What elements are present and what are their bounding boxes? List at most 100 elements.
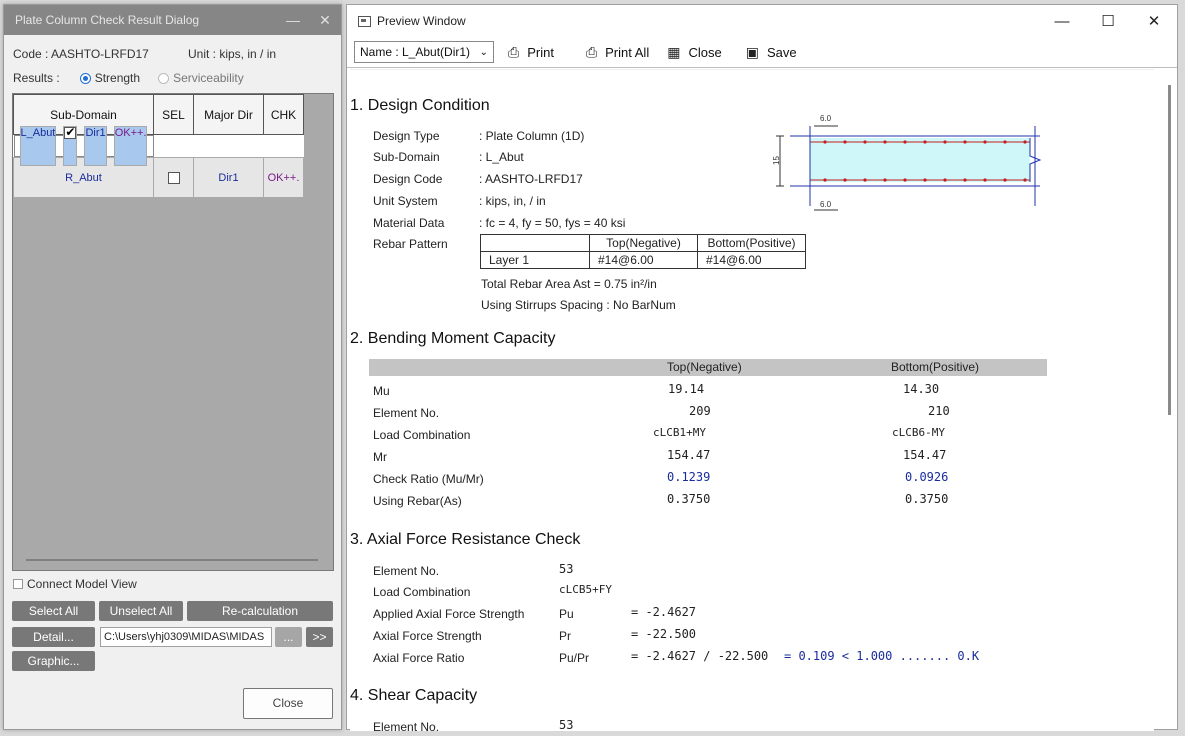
bm-row-top: 0.1239	[667, 470, 711, 484]
bm-row-label: Element No.	[373, 406, 440, 420]
unit-label: Unit : kips, in / in	[188, 47, 277, 61]
col-chk[interactable]: CHK	[263, 94, 304, 135]
save-button[interactable]: ▣ Save	[746, 44, 797, 61]
graphic-button[interactable]: Graphic...	[12, 651, 95, 671]
connect-model-view[interactable]: Connect Model View	[13, 577, 137, 591]
results-label: Results :	[13, 71, 60, 85]
rebar-table: Top(Negative) Bottom(Positive) Layer 1 #…	[480, 234, 806, 269]
sketch-spacing-top: 6.0	[820, 114, 832, 123]
row-sel-checkbox[interactable]	[64, 125, 77, 140]
rebar-head-bot: Bottom(Positive)	[697, 234, 806, 252]
bm-row-top: 0.3750	[667, 492, 711, 506]
rebar-pattern-label: Rebar Pattern	[373, 237, 448, 251]
close-label: Close	[688, 44, 722, 60]
design-code-value: : AASHTO-LRFD17	[479, 172, 583, 186]
connect-model-view-label: Connect Model View	[27, 577, 137, 591]
ax-pu-value: = -2.4627	[631, 605, 697, 619]
bm-row-bot: 154.47	[903, 448, 947, 462]
close-button[interactable]: ▦ Close	[667, 44, 721, 61]
result-grid: Sub-Domain SEL Major Dir CHK L_Abut Dir1…	[12, 93, 334, 571]
printer-icon: ⎙	[508, 43, 520, 60]
close-icon[interactable]: ✕	[309, 12, 341, 29]
table-row[interactable]: L_Abut Dir1 OK++.	[13, 125, 154, 166]
bm-row-top: cLCB1+MY	[653, 426, 706, 439]
row-dir[interactable]: Dir1	[84, 126, 107, 166]
window-icon	[358, 15, 371, 27]
detail-button[interactable]: Detail...	[12, 627, 95, 647]
rebar-layer: Layer 1	[480, 251, 590, 269]
ax-pu-symbol: Pu	[559, 607, 574, 621]
horizontal-scrollbar[interactable]	[26, 559, 318, 561]
connect-model-view-checkbox[interactable]	[13, 579, 23, 589]
row-sel-checkbox[interactable]	[167, 171, 180, 184]
row-chk[interactable]: OK++.	[263, 157, 304, 198]
bm-head-bot: Bottom(Positive)	[891, 360, 980, 374]
maximize-icon[interactable]: ☐	[1085, 12, 1131, 30]
next-button[interactable]: >>	[306, 627, 333, 647]
strength-radio[interactable]	[79, 72, 91, 84]
table-row[interactable]: R_Abut Dir1 OK++.	[13, 157, 304, 198]
col-major-dir[interactable]: Major Dir	[193, 94, 264, 135]
ax-elem-label: Element No.	[373, 564, 440, 578]
vertical-scrollbar[interactable]	[1168, 85, 1171, 415]
print-button[interactable]: ⎙ Print	[508, 44, 554, 61]
ax-pr-symbol: Pr	[559, 629, 571, 643]
row-subdomain[interactable]: L_Abut	[19, 126, 57, 166]
bm-row-label: Check Ratio (Mu/Mr)	[373, 472, 484, 486]
preview-window: Preview Window — ☐ ✕ Name : L_Abut(Dir1)…	[346, 4, 1178, 731]
bm-row-bot: 210	[928, 404, 950, 418]
sketch-spacing-bot: 6.0	[820, 200, 832, 209]
strength-label[interactable]: Strength	[95, 71, 140, 85]
bm-row-label: Mr	[373, 450, 387, 464]
rebar-top: #14@6.00	[589, 251, 698, 269]
serviceability-radio[interactable]	[158, 72, 170, 84]
print-all-button[interactable]: ⎙ Print All	[586, 44, 649, 61]
design-type-label: Design Type	[373, 129, 440, 143]
dialog-close-button[interactable]: Close	[243, 688, 333, 719]
output-path-field[interactable]: C:\Users\yhj0309\MIDAS\MIDAS	[100, 627, 272, 647]
close-icon[interactable]: ✕	[1131, 12, 1177, 30]
bm-row-label: Using Rebar(As)	[373, 494, 462, 508]
bm-row-top: 154.47	[667, 448, 711, 462]
stirrups-spacing: Using Stirrups Spacing : No BarNum	[481, 298, 676, 312]
serviceability-label[interactable]: Serviceability	[173, 71, 244, 85]
bm-row-label: Load Combination	[373, 428, 471, 442]
grid-header: Sub-Domain SEL Major Dir CHK	[13, 94, 304, 135]
ax-ratio-result: = 0.109 < 1.000 ....... 0.K	[784, 649, 980, 663]
bm-row-top: 19.14	[668, 382, 705, 396]
row-dir[interactable]: Dir1	[193, 157, 264, 198]
ax-ratio-label: Axial Force Ratio	[373, 651, 465, 665]
close-document-icon: ▦	[667, 43, 681, 60]
sketch-concrete	[810, 138, 1030, 182]
row-sel[interactable]	[153, 157, 194, 198]
col-sel[interactable]: SEL	[153, 94, 194, 135]
bm-row-bot: 0.3750	[905, 492, 949, 506]
minimize-icon[interactable]: —	[277, 12, 309, 28]
results-group: Results : Strength Serviceability	[13, 71, 244, 85]
unselect-all-button[interactable]: Unselect All	[99, 601, 183, 621]
browse-button[interactable]: ...	[275, 627, 302, 647]
recalculation-button[interactable]: Re-calculation	[187, 601, 333, 621]
select-all-button[interactable]: Select All	[12, 601, 95, 621]
row-chk[interactable]: OK++.	[113, 126, 148, 166]
print-all-label: Print All	[605, 44, 650, 60]
rebar-bot: #14@6.00	[697, 251, 806, 269]
material-data-label: Material Data	[373, 216, 445, 230]
rebar-head-top: Top(Negative)	[589, 234, 698, 252]
ax-ratio-value: = -2.4627 / -22.500	[631, 649, 769, 663]
sh-elem-label: Element No.	[373, 720, 440, 731]
minimize-icon[interactable]: —	[1039, 13, 1085, 30]
bm-row-label: Mu	[373, 384, 390, 398]
sh-elem-value: 53	[559, 718, 574, 731]
name-select-value: Name : L_Abut(Dir1)	[360, 45, 471, 59]
ax-elem-value: 53	[559, 562, 574, 576]
section-shear-capacity: 4. Shear Capacity	[350, 687, 478, 704]
bm-head-top: Top(Negative)	[667, 360, 742, 374]
check-result-dialog: Plate Column Check Result Dialog — ✕ Cod…	[3, 4, 342, 730]
row-sel[interactable]	[63, 125, 78, 166]
save-label: Save	[766, 44, 797, 60]
section-bending-moment: 2. Bending Moment Capacity	[350, 330, 556, 347]
name-select[interactable]: Name : L_Abut(Dir1) ⌄	[354, 41, 494, 63]
report-page: 1. Design Condition Design Type : Plate …	[350, 69, 1154, 731]
section-design-condition: 1. Design Condition	[350, 97, 490, 114]
